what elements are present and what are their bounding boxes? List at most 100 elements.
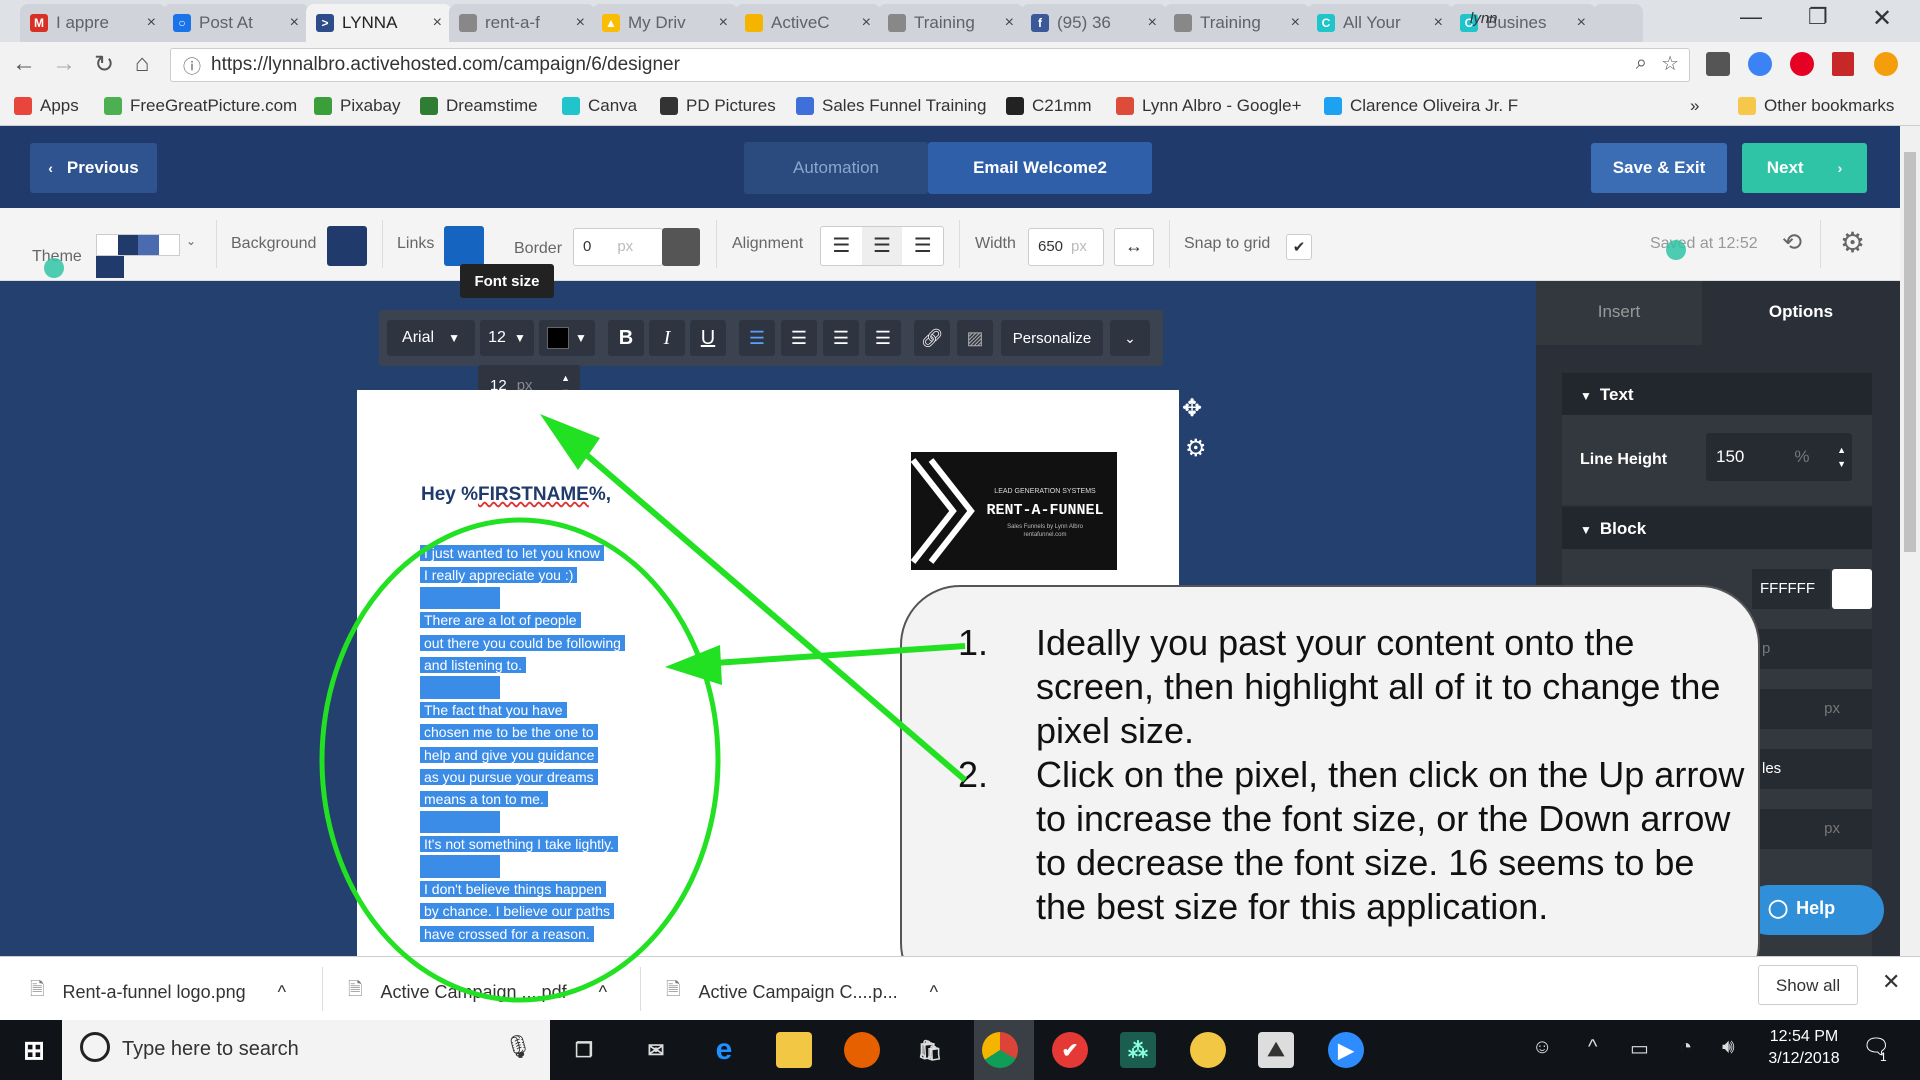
font-size-select[interactable]: 12 ▼ bbox=[480, 320, 534, 356]
browser-tab[interactable]: rent-a-f × bbox=[449, 4, 595, 42]
rent-a-funnel-logo[interactable]: LEAD GENERATION SYSTEMS RENT-A-FUNNEL Sa… bbox=[910, 452, 1117, 570]
close-tab-icon[interactable]: × bbox=[1577, 14, 1586, 32]
download-item[interactable]: 🗎 Active Campaign C....p... ^ bbox=[666, 977, 938, 1007]
bookmark-item[interactable]: Clarence Oliveira Jr. F bbox=[1324, 96, 1518, 116]
battery-icon[interactable]: ▭ bbox=[1630, 1036, 1649, 1061]
close-tab-icon[interactable]: × bbox=[1291, 14, 1300, 32]
font-family-select[interactable]: Arial ▼ bbox=[387, 320, 475, 356]
forward-icon[interactable]: → bbox=[48, 50, 80, 78]
background-color-swatch[interactable] bbox=[327, 226, 367, 266]
bookmark-item[interactable]: C21mm bbox=[1006, 96, 1092, 116]
photos-icon[interactable]: ⛰ bbox=[1258, 1032, 1294, 1068]
radius-input[interactable]: px bbox=[1752, 689, 1872, 729]
padding-input[interactable]: p bbox=[1752, 629, 1872, 669]
border-width-input[interactable]: px bbox=[1752, 809, 1872, 849]
chevron-up-icon[interactable]: ^ bbox=[599, 982, 607, 1003]
browser-tab[interactable]: Training × bbox=[878, 4, 1024, 42]
close-tab-icon[interactable]: × bbox=[719, 14, 728, 32]
chevron-down-icon[interactable]: ⌄ bbox=[1110, 320, 1150, 356]
sticky-app-icon[interactable] bbox=[1190, 1032, 1226, 1068]
close-window-icon[interactable]: ✕ bbox=[1872, 4, 1892, 33]
history-icon[interactable]: ⟲ bbox=[1782, 228, 1802, 257]
home-icon[interactable]: ⌂ bbox=[126, 50, 158, 78]
scrollbar-thumb[interactable] bbox=[1904, 152, 1916, 552]
block-color-input[interactable]: FFFFFF bbox=[1752, 569, 1830, 609]
tab-insert[interactable]: Insert bbox=[1536, 281, 1702, 345]
close-tab-icon[interactable]: × bbox=[433, 14, 442, 32]
bold-icon[interactable]: B bbox=[608, 320, 644, 356]
bookmark-item[interactable]: Apps bbox=[14, 96, 79, 116]
bookmark-star-icon[interactable]: ☆ bbox=[1661, 51, 1679, 76]
profile-name[interactable]: lynn bbox=[1470, 10, 1498, 27]
download-item[interactable]: 🗎 Active Campaign ....pdf ^ bbox=[348, 977, 607, 1007]
browser-tab[interactable]: ▲ My Driv × bbox=[592, 4, 738, 42]
image-icon[interactable]: ▨ bbox=[957, 320, 993, 356]
move-icon[interactable]: ✥ bbox=[1182, 394, 1202, 423]
browser-tab[interactable]: ActiveC × bbox=[735, 4, 881, 42]
tab-email-welcome[interactable]: Email Welcome2 bbox=[928, 142, 1152, 194]
store-icon[interactable]: 🛍︎ bbox=[912, 1032, 948, 1068]
task-view-icon[interactable]: ❐ bbox=[566, 1032, 602, 1068]
windows-start-icon[interactable]: ⊞ bbox=[16, 1032, 52, 1068]
align-center-icon[interactable]: ☰ bbox=[861, 227, 903, 265]
bookmark-item[interactable]: Lynn Albro - Google+ bbox=[1116, 96, 1302, 116]
extension-icon[interactable] bbox=[1706, 52, 1730, 76]
block-section-header[interactable]: ▼ Block bbox=[1562, 507, 1872, 549]
browser-tab[interactable]: ○ Post At × bbox=[163, 4, 309, 42]
previous-button[interactable]: ‹ Previous bbox=[30, 143, 157, 193]
orange-extension-icon[interactable] bbox=[1874, 52, 1898, 76]
close-tab-icon[interactable]: × bbox=[147, 14, 156, 32]
italic-icon[interactable]: I bbox=[649, 320, 685, 356]
pdf-extension-icon[interactable] bbox=[1832, 52, 1854, 76]
chevron-up-icon[interactable]: ^ bbox=[930, 982, 938, 1003]
todo-check-icon[interactable]: ✔ bbox=[1052, 1032, 1088, 1068]
browser-tab[interactable]: C All Your × bbox=[1307, 4, 1453, 42]
theme-dropdown-icon[interactable]: ⌄ bbox=[186, 234, 196, 248]
pinterest-icon[interactable] bbox=[1790, 52, 1814, 76]
new-tab-button[interactable] bbox=[1593, 4, 1643, 42]
align-right-icon[interactable]: ☰ bbox=[902, 227, 943, 265]
show-all-button[interactable]: Show all bbox=[1758, 965, 1858, 1005]
snap-to-grid-checkbox[interactable]: ✔ bbox=[1286, 234, 1312, 260]
chevron-up-icon[interactable]: ^ bbox=[278, 982, 286, 1003]
next-button[interactable]: Next › bbox=[1742, 143, 1867, 193]
bookmark-item[interactable]: PD Pictures bbox=[660, 96, 776, 116]
bookmark-item[interactable]: Dreamstime bbox=[420, 96, 538, 116]
reload-icon[interactable]: ↻ bbox=[88, 50, 120, 79]
theme-swatch[interactable] bbox=[96, 234, 180, 256]
close-tab-icon[interactable]: × bbox=[576, 14, 585, 32]
close-tab-icon[interactable]: × bbox=[1148, 14, 1157, 32]
mail-icon[interactable]: ✉ bbox=[638, 1032, 674, 1068]
restore-icon[interactable]: ❐ bbox=[1808, 4, 1828, 30]
firefox-icon[interactable] bbox=[844, 1032, 880, 1068]
download-item[interactable]: 🗎 Rent-a-funnel logo.png ^ bbox=[30, 977, 286, 1007]
align-right-icon[interactable]: ☰ bbox=[823, 320, 859, 356]
url-bar[interactable]: ⓘ https://lynnalbro.activehosted.com/cam… bbox=[170, 48, 1690, 82]
minimize-icon[interactable]: — bbox=[1740, 4, 1762, 30]
link-icon[interactable]: 🔗︎ bbox=[914, 320, 950, 356]
edge-icon[interactable]: e bbox=[706, 1032, 742, 1068]
browser-tab[interactable]: Training × bbox=[1164, 4, 1310, 42]
wifi-icon[interactable]: ◔ bbox=[1680, 1036, 1692, 1059]
block-color-swatch[interactable] bbox=[1832, 569, 1872, 609]
browser-tab[interactable]: f (95) 36 × bbox=[1021, 4, 1167, 42]
border-input[interactable]: 0 px bbox=[573, 228, 663, 266]
greeting-text[interactable]: Hey %FIRSTNAME%, bbox=[421, 484, 611, 506]
align-left-icon[interactable]: ☰ bbox=[739, 320, 775, 356]
links-color-swatch[interactable] bbox=[444, 226, 484, 266]
align-left-icon[interactable]: ☰ bbox=[821, 227, 862, 265]
zoom-app-icon[interactable]: ▶ bbox=[1328, 1032, 1364, 1068]
microphone-icon[interactable]: 🎙︎ bbox=[504, 1034, 532, 1060]
other-bookmarks[interactable]: Other bookmarks bbox=[1738, 96, 1894, 116]
close-tab-icon[interactable]: × bbox=[290, 14, 299, 32]
text-color-select[interactable]: ▼ bbox=[539, 320, 595, 356]
help-button[interactable]: ◯ Help bbox=[1744, 885, 1884, 935]
tab-automation[interactable]: Automation bbox=[744, 142, 928, 194]
save-exit-button[interactable]: Save & Exit bbox=[1591, 143, 1727, 193]
justify-icon[interactable]: ☰ bbox=[865, 320, 901, 356]
align-center-icon[interactable]: ☰ bbox=[781, 320, 817, 356]
close-tab-icon[interactable]: × bbox=[1434, 14, 1443, 32]
bookmark-item[interactable]: Canva bbox=[562, 96, 637, 116]
border-color-swatch[interactable] bbox=[662, 228, 700, 266]
text-section-header[interactable]: ▼ Text bbox=[1562, 373, 1872, 415]
